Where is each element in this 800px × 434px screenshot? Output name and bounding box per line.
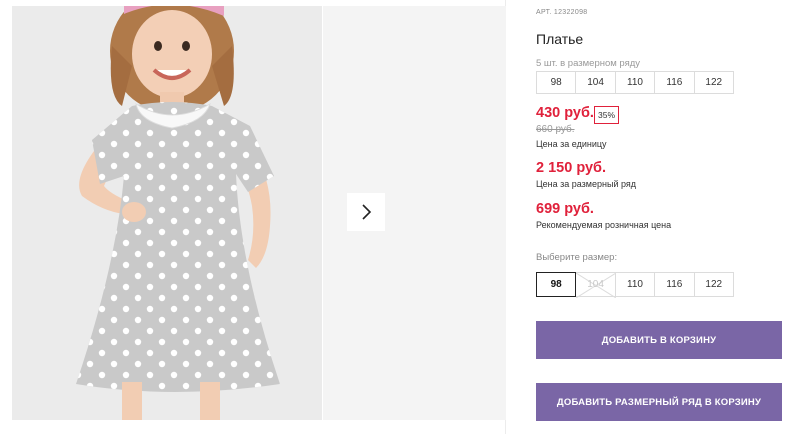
size-option-104-unavailable: 104 [575,272,617,298]
series-size-cell: 116 [654,71,695,94]
choose-size-label: Выберите размер: [536,252,618,263]
unit-price-caption: Цена за единицу [536,139,607,149]
size-option-110[interactable]: 110 [614,272,656,297]
retail-price-caption: Рекомендуемая розничная цена [536,220,672,230]
old-price: 660 руб. [536,124,575,135]
add-series-to-cart-button[interactable]: ДОБАВИТЬ РАЗМЕРНЫЙ РЯД В КОРЗИНУ [536,383,782,421]
product-gallery [0,0,506,434]
series-note: 5 шт. в размерном ряду [536,58,641,69]
series-size-cell: 98 [536,71,577,94]
series-size-cell: 110 [614,71,656,94]
size-option-122[interactable]: 122 [693,272,734,297]
series-size-list: 98 104 110 116 122 [536,71,734,94]
series-price-caption: Цена за размерный ряд [536,179,637,189]
retail-price: 699 руб. [536,201,594,217]
next-image-button[interactable] [347,193,385,231]
chevron-right-icon [362,204,372,220]
add-to-cart-button[interactable]: ДОБАВИТЬ В КОРЗИНУ [536,321,782,359]
product-title: Платье [536,31,584,47]
size-selector: 98 104 110 116 122 [536,272,734,298]
article-number: АРТ. 12322098 [536,9,588,16]
product-photo[interactable] [12,6,322,420]
size-option-98[interactable]: 98 [536,272,577,297]
series-price: 2 150 руб. [536,160,607,176]
girl-in-dress-image [12,6,322,420]
discount-badge: 35% [594,106,619,124]
unit-price: 430 руб. [536,105,594,121]
series-size-cell: 122 [693,71,734,94]
size-option-116[interactable]: 116 [654,272,695,297]
series-size-cell: 104 [575,71,616,94]
size-option-label: 104 [587,279,604,290]
